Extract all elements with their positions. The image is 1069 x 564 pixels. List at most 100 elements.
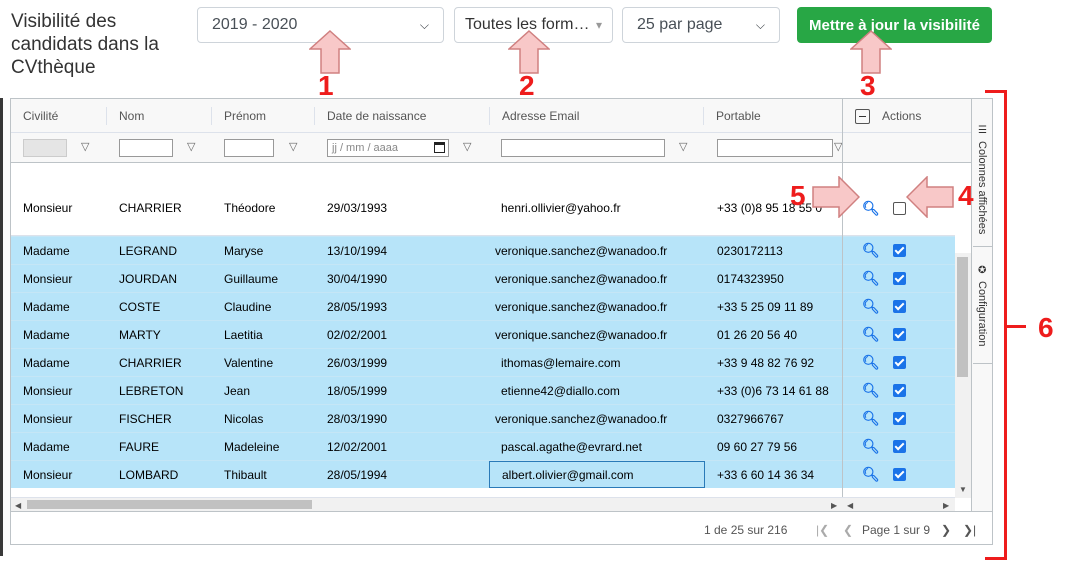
update-visibility-button[interactable]: Mettre à jour la visibilité xyxy=(797,7,992,43)
checkbox-checked xyxy=(893,300,906,313)
col-header-civilite[interactable]: Civilité xyxy=(11,99,106,133)
view-candidate-icon[interactable]: 🔍︎ xyxy=(862,405,880,432)
cell-prenom: Théodore xyxy=(224,201,276,215)
cell-nom: FISCHER xyxy=(119,411,172,426)
cell-prenom: Claudine xyxy=(224,299,272,314)
scroll-right-arrow-icon[interactable]: ▶ xyxy=(831,501,837,510)
cell-email: veronique.sanchez@wanadoo.fr xyxy=(495,299,668,314)
first-page-icon[interactable]: |❮ xyxy=(816,512,829,544)
cell-prenom: Guillaume xyxy=(224,271,279,286)
filter-icon[interactable]: ▽ xyxy=(679,140,687,153)
cell-date: 28/03/1990 xyxy=(327,411,388,426)
filter-icon[interactable]: ▽ xyxy=(463,140,471,153)
cell-civilite: Madame xyxy=(23,439,70,454)
cell-email: veronique.sanchez@wanadoo.fr xyxy=(495,411,668,426)
checkbox-checked xyxy=(893,356,906,369)
scroll-left-arrow-icon[interactable]: ◀ xyxy=(15,501,21,510)
cell-email: etienne42@diallo.com xyxy=(501,383,620,398)
visibility-checkbox[interactable] xyxy=(893,377,906,404)
horizontal-scroll-thumb[interactable] xyxy=(27,500,312,509)
checkbox-checked xyxy=(893,328,906,341)
table-row[interactable]: Monsieur LOMBARD Thibault 28/05/1994 albert.… xyxy=(11,460,955,488)
filter-icon[interactable]: ▽ xyxy=(81,140,89,153)
cell-civilite: Madame xyxy=(23,299,70,314)
last-page-icon[interactable]: ❯| xyxy=(963,512,976,544)
table-row[interactable]: Madame LEGRAND Maryse 13/10/1994 veronique.s… xyxy=(11,236,955,264)
table-row[interactable]: Monsieur JOURDAN Guillaume 30/04/1990 veroni… xyxy=(11,264,955,292)
table-row[interactable]: Monsieur FISCHER Nicolas 28/03/1990 veroniqu… xyxy=(11,404,955,432)
cell-email: veronique.sanchez@wanadoo.fr xyxy=(495,327,668,342)
visibility-checkbox[interactable] xyxy=(893,265,906,292)
cell-nom: FAURE xyxy=(119,439,160,454)
cell-civilite: Monsieur xyxy=(23,271,73,286)
search-icon: 🔍︎ xyxy=(862,242,880,258)
next-page-icon[interactable]: ❯ xyxy=(941,512,951,544)
filter-portable-input[interactable] xyxy=(717,139,833,157)
view-candidate-icon[interactable]: 🔍︎ xyxy=(862,461,880,488)
cell-prenom: Maryse xyxy=(224,243,264,258)
cell-email: veronique.sanchez@wanadoo.fr xyxy=(495,271,668,286)
visibility-checkbox[interactable] xyxy=(893,349,906,376)
col-header-date[interactable]: Date de naissance xyxy=(315,99,489,133)
cell-portable: 0174323950 xyxy=(717,271,784,286)
table-row[interactable]: Madame FAURE Madeleine 12/02/2001 pascal.aga… xyxy=(11,432,955,460)
view-candidate-icon[interactable]: 🔍︎ xyxy=(862,181,880,235)
filter-icon[interactable]: ▽ xyxy=(187,140,195,153)
cell-date: 26/03/1999 xyxy=(327,355,388,370)
annotation-bracket xyxy=(985,90,1007,560)
filter-email-input[interactable] xyxy=(501,139,665,157)
col-header-nom[interactable]: Nom xyxy=(107,99,211,133)
prev-page-icon[interactable]: ❮ xyxy=(843,512,853,544)
table-row[interactable]: Madame MARTY Laetitia 02/02/2001 veronique.s… xyxy=(11,320,955,348)
annotation-number-6: 6 xyxy=(1038,312,1054,343)
visibility-checkbox[interactable] xyxy=(893,181,906,235)
col-header-prenom[interactable]: Prénom xyxy=(212,99,314,133)
view-candidate-icon[interactable]: 🔍︎ xyxy=(862,349,880,376)
cell-date: 28/05/1994 xyxy=(327,467,388,482)
filter-civilite-select[interactable] xyxy=(23,139,67,157)
view-candidate-icon[interactable]: 🔍︎ xyxy=(862,377,880,404)
cell-prenom: Thibault xyxy=(224,467,267,482)
scroll-left-arrow-icon[interactable]: ◀ xyxy=(847,501,853,510)
cell-portable: 01 26 20 56 40 xyxy=(717,327,798,342)
filter-nom-input[interactable] xyxy=(119,139,173,157)
cell-nom: LEBRETON xyxy=(119,383,184,398)
cell-portable: +33 (0)6 73 14 61 88 xyxy=(717,383,829,398)
cell-nom: LOMBARD xyxy=(119,467,179,482)
annotation-arrow-up-3 xyxy=(850,30,892,74)
visibility-checkbox[interactable] xyxy=(893,433,906,460)
visibility-checkbox[interactable] xyxy=(893,293,906,320)
view-candidate-icon[interactable]: 🔍︎ xyxy=(862,237,880,264)
checkbox-checked xyxy=(893,440,906,453)
caret-down-icon: ▾ xyxy=(595,18,602,32)
col-header-email[interactable]: Adresse Email xyxy=(490,99,703,133)
cell-portable: +33 5 25 09 11 89 xyxy=(717,299,814,314)
table-row[interactable]: Madame COSTE Claudine 28/05/1993 veronique.s… xyxy=(11,292,955,320)
checkbox-checked xyxy=(893,244,906,257)
collapse-all-icon[interactable] xyxy=(855,108,870,124)
view-candidate-icon[interactable]: 🔍︎ xyxy=(862,433,880,460)
cell-civilite: Madame xyxy=(23,327,70,342)
view-candidate-icon[interactable]: 🔍︎ xyxy=(862,293,880,320)
table-row[interactable]: Madame CHARRIER Valentine 26/03/1999 ithomas… xyxy=(11,348,955,376)
cell-date: 18/05/1999 xyxy=(327,383,388,398)
view-candidate-icon[interactable]: 🔍︎ xyxy=(862,265,880,292)
visibility-checkbox[interactable] xyxy=(893,405,906,432)
visibility-checkbox[interactable] xyxy=(893,321,906,348)
filter-prenom-input[interactable] xyxy=(224,139,274,157)
vertical-scroll-thumb[interactable] xyxy=(957,257,968,377)
calendar-icon[interactable] xyxy=(434,142,445,153)
table-row[interactable]: Monsieur LEBRETON Jean 18/05/1999 etienne42@… xyxy=(11,376,955,404)
scroll-down-arrow-icon[interactable]: ▼ xyxy=(959,485,967,494)
filter-icon[interactable]: ▽ xyxy=(289,140,297,153)
cell-email: ithomas@lemaire.com xyxy=(501,355,621,370)
view-candidate-icon[interactable]: 🔍︎ xyxy=(862,321,880,348)
filter-date-input[interactable]: jj / mm / aaaa xyxy=(327,139,449,157)
annotation-number-2: 2 xyxy=(519,70,535,101)
visibility-checkbox[interactable] xyxy=(893,237,906,264)
visibility-checkbox[interactable] xyxy=(893,461,906,488)
col-header-portable[interactable]: Portable xyxy=(704,99,842,133)
annotation-arrow-left-4 xyxy=(906,176,954,218)
per-page-select[interactable]: 25 par page ⌵ xyxy=(622,7,780,43)
scroll-right-arrow-icon[interactable]: ▶ xyxy=(943,501,949,510)
